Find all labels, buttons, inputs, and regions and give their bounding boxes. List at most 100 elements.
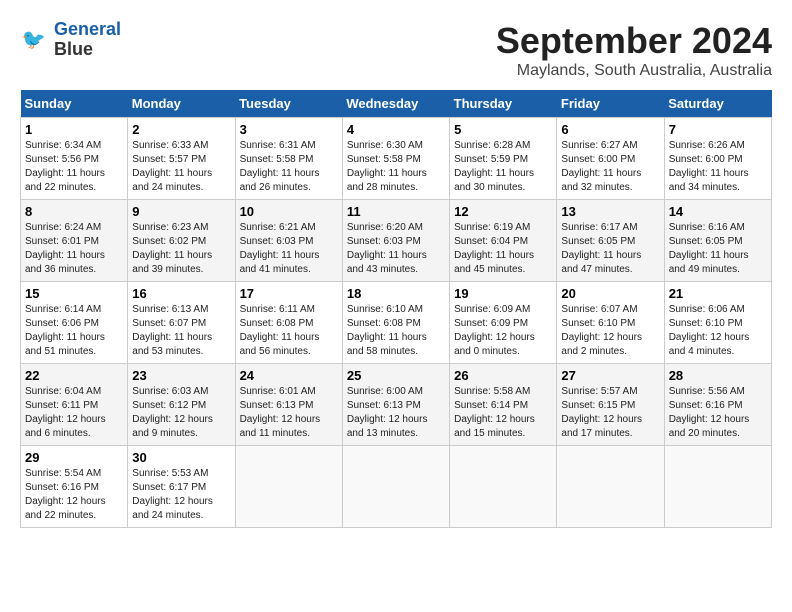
calendar-cell: 15 Sunrise: 6:14 AMSunset: 6:06 PMDaylig… <box>21 282 128 364</box>
calendar-cell: 13 Sunrise: 6:17 AMSunset: 6:05 PMDaylig… <box>557 200 664 282</box>
page-header: 🐦 General Blue September 2024 Maylands, … <box>20 20 772 80</box>
day-number: 19 <box>454 286 552 301</box>
calendar-cell: 23 Sunrise: 6:03 AMSunset: 6:12 PMDaylig… <box>128 364 235 446</box>
calendar-cell <box>342 446 449 528</box>
column-header-tuesday: Tuesday <box>235 90 342 118</box>
column-header-wednesday: Wednesday <box>342 90 449 118</box>
logo: 🐦 General Blue <box>20 20 121 60</box>
day-detail: Sunrise: 6:04 AMSunset: 6:11 PMDaylight:… <box>25 385 123 441</box>
day-number: 16 <box>132 286 230 301</box>
day-number: 11 <box>347 204 445 219</box>
day-number: 29 <box>25 450 123 465</box>
day-detail: Sunrise: 6:21 AMSunset: 6:03 PMDaylight:… <box>240 221 338 277</box>
day-number: 21 <box>669 286 767 301</box>
day-detail: Sunrise: 6:13 AMSunset: 6:07 PMDaylight:… <box>132 303 230 359</box>
day-detail: Sunrise: 6:14 AMSunset: 6:06 PMDaylight:… <box>25 303 123 359</box>
day-detail: Sunrise: 6:10 AMSunset: 6:08 PMDaylight:… <box>347 303 445 359</box>
calendar-cell: 14 Sunrise: 6:16 AMSunset: 6:05 PMDaylig… <box>664 200 771 282</box>
logo-line2: Blue <box>54 39 93 59</box>
day-number: 25 <box>347 368 445 383</box>
day-detail: Sunrise: 6:03 AMSunset: 6:12 PMDaylight:… <box>132 385 230 441</box>
day-number: 20 <box>561 286 659 301</box>
calendar-cell: 18 Sunrise: 6:10 AMSunset: 6:08 PMDaylig… <box>342 282 449 364</box>
day-number: 24 <box>240 368 338 383</box>
day-number: 5 <box>454 122 552 137</box>
calendar-cell: 19 Sunrise: 6:09 AMSunset: 6:09 PMDaylig… <box>450 282 557 364</box>
calendar-cell <box>235 446 342 528</box>
day-detail: Sunrise: 5:53 AMSunset: 6:17 PMDaylight:… <box>132 467 230 523</box>
day-detail: Sunrise: 6:09 AMSunset: 6:09 PMDaylight:… <box>454 303 552 359</box>
day-detail: Sunrise: 6:28 AMSunset: 5:59 PMDaylight:… <box>454 139 552 195</box>
column-header-thursday: Thursday <box>450 90 557 118</box>
calendar-cell: 20 Sunrise: 6:07 AMSunset: 6:10 PMDaylig… <box>557 282 664 364</box>
location-subtitle: Maylands, South Australia, Australia <box>496 62 772 80</box>
day-detail: Sunrise: 6:00 AMSunset: 6:13 PMDaylight:… <box>347 385 445 441</box>
calendar-cell: 11 Sunrise: 6:20 AMSunset: 6:03 PMDaylig… <box>342 200 449 282</box>
day-number: 26 <box>454 368 552 383</box>
calendar-cell: 25 Sunrise: 6:00 AMSunset: 6:13 PMDaylig… <box>342 364 449 446</box>
day-detail: Sunrise: 5:54 AMSunset: 6:16 PMDaylight:… <box>25 467 123 523</box>
calendar-cell: 10 Sunrise: 6:21 AMSunset: 6:03 PMDaylig… <box>235 200 342 282</box>
logo-text: General Blue <box>54 20 121 60</box>
calendar-cell: 30 Sunrise: 5:53 AMSunset: 6:17 PMDaylig… <box>128 446 235 528</box>
day-detail: Sunrise: 6:26 AMSunset: 6:00 PMDaylight:… <box>669 139 767 195</box>
logo-icon: 🐦 <box>20 25 50 55</box>
day-number: 17 <box>240 286 338 301</box>
day-detail: Sunrise: 6:30 AMSunset: 5:58 PMDaylight:… <box>347 139 445 195</box>
calendar-cell <box>450 446 557 528</box>
day-number: 23 <box>132 368 230 383</box>
calendar-cell: 21 Sunrise: 6:06 AMSunset: 6:10 PMDaylig… <box>664 282 771 364</box>
day-number: 14 <box>669 204 767 219</box>
calendar-cell: 24 Sunrise: 6:01 AMSunset: 6:13 PMDaylig… <box>235 364 342 446</box>
calendar-cell: 2 Sunrise: 6:33 AMSunset: 5:57 PMDayligh… <box>128 118 235 200</box>
calendar-cell: 8 Sunrise: 6:24 AMSunset: 6:01 PMDayligh… <box>21 200 128 282</box>
svg-text:🐦: 🐦 <box>22 29 46 51</box>
day-detail: Sunrise: 6:01 AMSunset: 6:13 PMDaylight:… <box>240 385 338 441</box>
calendar-cell: 5 Sunrise: 6:28 AMSunset: 5:59 PMDayligh… <box>450 118 557 200</box>
day-detail: Sunrise: 6:11 AMSunset: 6:08 PMDaylight:… <box>240 303 338 359</box>
day-number: 12 <box>454 204 552 219</box>
calendar-cell: 26 Sunrise: 5:58 AMSunset: 6:14 PMDaylig… <box>450 364 557 446</box>
day-detail: Sunrise: 5:57 AMSunset: 6:15 PMDaylight:… <box>561 385 659 441</box>
day-number: 9 <box>132 204 230 219</box>
day-detail: Sunrise: 6:16 AMSunset: 6:05 PMDaylight:… <box>669 221 767 277</box>
day-number: 28 <box>669 368 767 383</box>
title-block: September 2024 Maylands, South Australia… <box>496 20 772 80</box>
day-number: 4 <box>347 122 445 137</box>
day-detail: Sunrise: 6:33 AMSunset: 5:57 PMDaylight:… <box>132 139 230 195</box>
day-detail: Sunrise: 6:20 AMSunset: 6:03 PMDaylight:… <box>347 221 445 277</box>
day-detail: Sunrise: 6:24 AMSunset: 6:01 PMDaylight:… <box>25 221 123 277</box>
day-detail: Sunrise: 6:17 AMSunset: 6:05 PMDaylight:… <box>561 221 659 277</box>
calendar-cell: 16 Sunrise: 6:13 AMSunset: 6:07 PMDaylig… <box>128 282 235 364</box>
column-header-monday: Monday <box>128 90 235 118</box>
month-year-title: September 2024 <box>496 20 772 62</box>
calendar-cell: 12 Sunrise: 6:19 AMSunset: 6:04 PMDaylig… <box>450 200 557 282</box>
calendar-cell <box>664 446 771 528</box>
day-number: 27 <box>561 368 659 383</box>
day-number: 2 <box>132 122 230 137</box>
calendar-cell: 17 Sunrise: 6:11 AMSunset: 6:08 PMDaylig… <box>235 282 342 364</box>
calendar-cell: 7 Sunrise: 6:26 AMSunset: 6:00 PMDayligh… <box>664 118 771 200</box>
logo-line1: General <box>54 19 121 39</box>
column-header-saturday: Saturday <box>664 90 771 118</box>
calendar-cell: 27 Sunrise: 5:57 AMSunset: 6:15 PMDaylig… <box>557 364 664 446</box>
calendar-cell: 9 Sunrise: 6:23 AMSunset: 6:02 PMDayligh… <box>128 200 235 282</box>
column-header-friday: Friday <box>557 90 664 118</box>
day-number: 8 <box>25 204 123 219</box>
calendar-cell: 29 Sunrise: 5:54 AMSunset: 6:16 PMDaylig… <box>21 446 128 528</box>
day-detail: Sunrise: 6:34 AMSunset: 5:56 PMDaylight:… <box>25 139 123 195</box>
day-number: 1 <box>25 122 123 137</box>
calendar-cell: 4 Sunrise: 6:30 AMSunset: 5:58 PMDayligh… <box>342 118 449 200</box>
day-number: 13 <box>561 204 659 219</box>
day-detail: Sunrise: 6:19 AMSunset: 6:04 PMDaylight:… <box>454 221 552 277</box>
day-number: 18 <box>347 286 445 301</box>
day-number: 6 <box>561 122 659 137</box>
calendar-cell: 6 Sunrise: 6:27 AMSunset: 6:00 PMDayligh… <box>557 118 664 200</box>
day-number: 10 <box>240 204 338 219</box>
calendar-cell: 28 Sunrise: 5:56 AMSunset: 6:16 PMDaylig… <box>664 364 771 446</box>
column-header-sunday: Sunday <box>21 90 128 118</box>
day-detail: Sunrise: 6:27 AMSunset: 6:00 PMDaylight:… <box>561 139 659 195</box>
day-number: 15 <box>25 286 123 301</box>
day-detail: Sunrise: 6:23 AMSunset: 6:02 PMDaylight:… <box>132 221 230 277</box>
day-number: 3 <box>240 122 338 137</box>
